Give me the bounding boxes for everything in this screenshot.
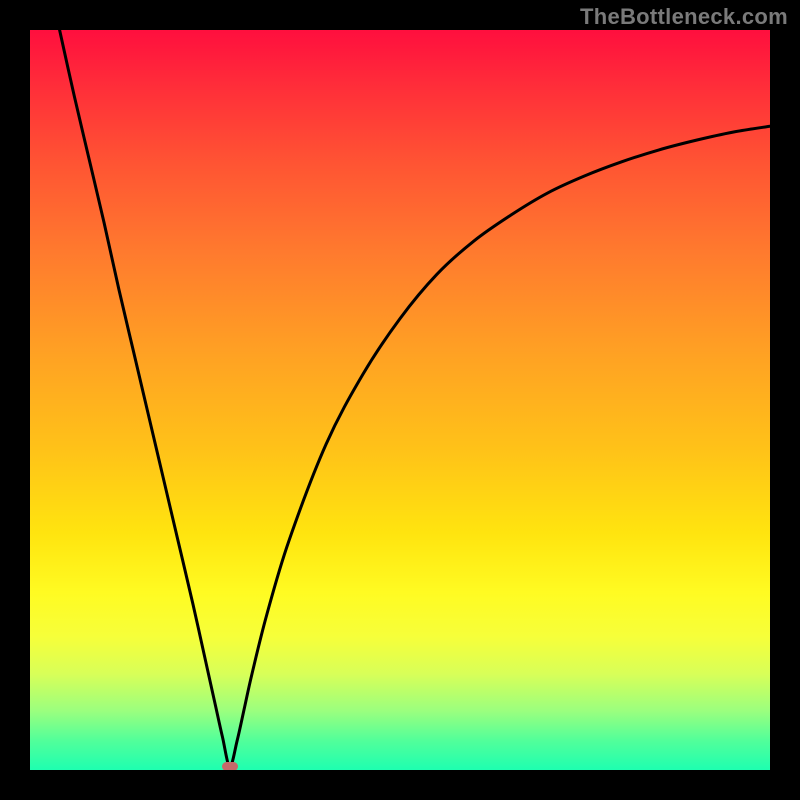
bottleneck-curve: [60, 30, 770, 766]
curve-layer: [30, 30, 770, 770]
minimum-marker: [222, 762, 238, 770]
watermark-text: TheBottleneck.com: [580, 4, 788, 30]
chart-frame: TheBottleneck.com: [0, 0, 800, 800]
plot-area: [30, 30, 770, 770]
